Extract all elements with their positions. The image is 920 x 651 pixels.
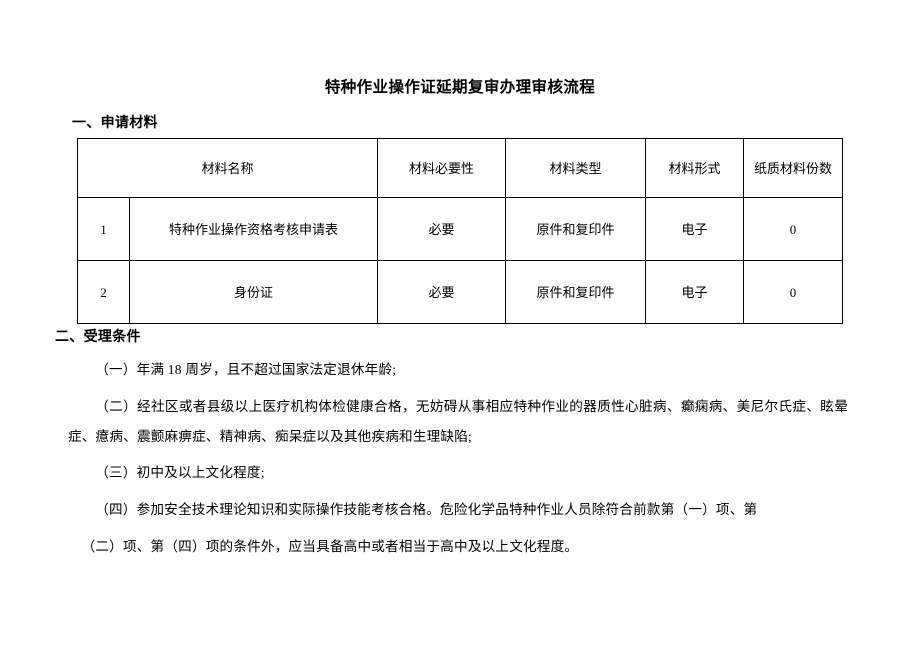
cell-paper-copies: 0 [743, 260, 844, 324]
condition-item-4-continued: （二）项、第（四）项的条件外，应当具备高中或者相当于高中及以上文化程度。 [81, 539, 579, 554]
section-heading-acceptance-conditions: 二、受理条件 [55, 330, 141, 345]
table-header-row: 材料名称 材料必要性 材料类型 材料形式 纸质材料份数 [76, 138, 844, 198]
page-title: 特种作业操作证延期复审办理审核流程 [324, 79, 596, 96]
cell-index: 2 [77, 260, 130, 324]
cell-index: 1 [77, 197, 130, 261]
document-page: 特种作业操作证延期复审办理审核流程 一、申请材料 材料名称 材料必要性 材料类型… [0, 0, 920, 651]
cell-type: 原件和复印件 [505, 260, 647, 324]
cell-paper-copies: 0 [743, 197, 844, 261]
section-heading-application-materials: 一、申请材料 [72, 116, 158, 131]
cell-name: 身份证 [128, 260, 379, 324]
cell-necessity: 必要 [377, 260, 507, 324]
condition-item-1: （一）年满 18 周岁，且不超过国家法定退休年龄; [95, 362, 397, 377]
condition-item-2: （二）经社区或者县级以上医疗机构体检健康合格，无妨碍从事相应特种作业的器质性心脏… [68, 399, 848, 444]
column-header-necessity: 材料必要性 [377, 138, 507, 198]
cell-form: 电子 [645, 197, 745, 261]
table-row: 2 身份证 必要 原件和复印件 电子 0 [77, 260, 844, 324]
cell-name: 特种作业操作资格考核申请表 [128, 197, 379, 261]
column-header-material-name: 材料名称 [76, 138, 379, 198]
column-header-paper-copies: 纸质材料份数 [743, 138, 844, 198]
column-header-type: 材料类型 [505, 138, 647, 198]
cell-necessity: 必要 [377, 197, 507, 261]
application-materials-table: 材料名称 材料必要性 材料类型 材料形式 纸质材料份数 1 特种作业操作资格考核… [76, 138, 844, 324]
cell-form: 电子 [645, 260, 745, 324]
condition-item-4: （四）参加安全技术理论知识和实际操作技能考核合格。危险化学品特种作业人员除符合前… [95, 502, 758, 517]
column-header-form: 材料形式 [645, 138, 745, 198]
table-row: 1 特种作业操作资格考核申请表 必要 原件和复印件 电子 0 [77, 197, 844, 261]
cell-type: 原件和复印件 [505, 197, 647, 261]
condition-item-3: （三）初中及以上文化程度; [95, 465, 265, 480]
